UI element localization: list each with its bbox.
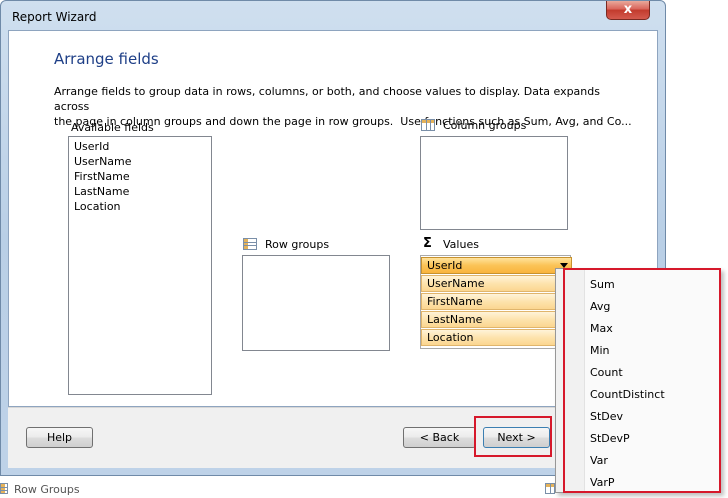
column-groups-label: Column groups xyxy=(443,119,527,132)
close-icon: x xyxy=(623,2,633,17)
column-groups-status-icon xyxy=(545,483,555,494)
value-field-label: UserName xyxy=(427,277,485,290)
value-field-userid[interactable]: UserId xyxy=(421,257,572,274)
back-button[interactable]: < Back xyxy=(403,427,476,448)
available-fields-label: Available fields xyxy=(71,121,154,134)
row-groups-icon xyxy=(243,238,257,250)
available-field-item[interactable]: FirstName xyxy=(69,169,211,184)
window-title: Report Wizard xyxy=(12,10,97,24)
value-field-lastname[interactable]: LastName xyxy=(421,311,572,328)
column-groups-drop-area[interactable] xyxy=(420,136,568,230)
value-field-label: LastName xyxy=(427,313,483,326)
menu-highlight-box xyxy=(563,268,721,493)
available-field-item[interactable]: UserId xyxy=(69,139,211,154)
page-title: Arrange fields xyxy=(54,50,159,68)
available-field-item[interactable]: LastName xyxy=(69,184,211,199)
value-field-label: FirstName xyxy=(427,295,483,308)
value-field-label: UserId xyxy=(427,259,463,272)
row-groups-status-icon xyxy=(0,483,8,494)
sigma-icon: Σ xyxy=(423,236,432,251)
values-label: Values xyxy=(443,238,479,251)
available-fields-list[interactable]: UserId UserName FirstName LastName Locat… xyxy=(68,136,212,395)
value-field-label: Location xyxy=(427,331,474,344)
help-button[interactable]: Help xyxy=(26,427,93,448)
value-field-firstname[interactable]: FirstName xyxy=(421,293,572,310)
close-button[interactable]: x xyxy=(606,1,650,20)
row-groups-status-label: Row Groups xyxy=(14,483,80,496)
row-groups-label: Row groups xyxy=(265,238,330,251)
column-groups-icon xyxy=(421,119,435,131)
value-field-location[interactable]: Location xyxy=(421,329,572,346)
next-highlight-box xyxy=(474,416,552,457)
available-field-item[interactable]: UserName xyxy=(69,154,211,169)
row-groups-drop-area[interactable] xyxy=(242,255,390,351)
available-field-item[interactable]: Location xyxy=(69,199,211,214)
value-field-username[interactable]: UserName xyxy=(421,275,572,292)
